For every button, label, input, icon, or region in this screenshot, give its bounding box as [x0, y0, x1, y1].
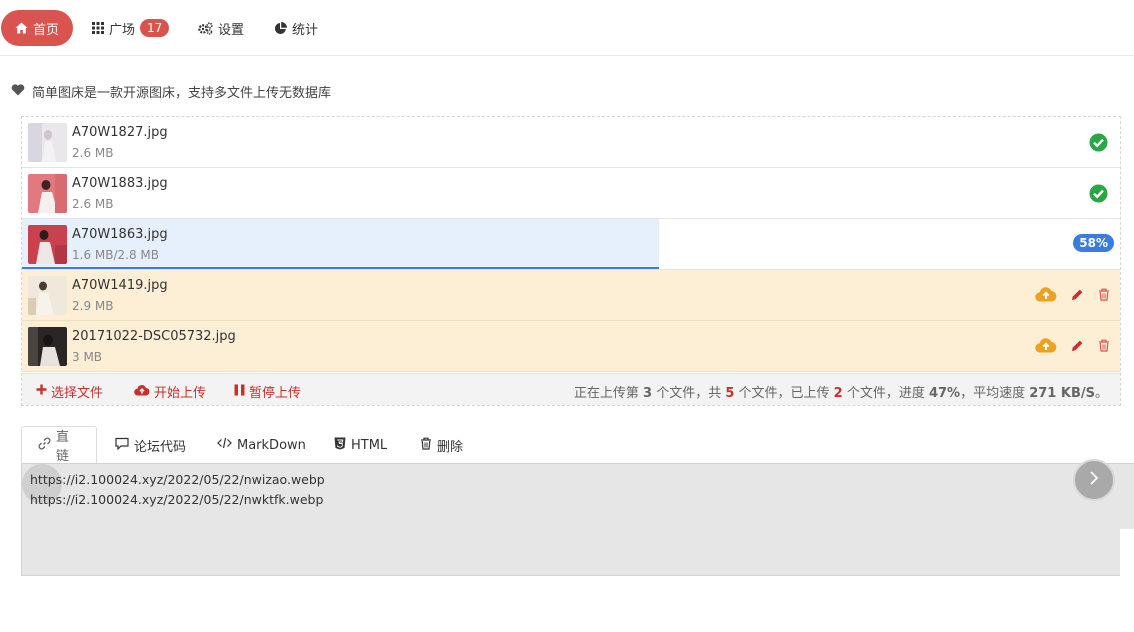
file-size: 3 MB: [72, 350, 103, 364]
scroll-gutter: [1120, 529, 1134, 577]
file-name: A70W1419.jpg: [72, 278, 168, 293]
file-name: 20171022-DSC05732.jpg: [72, 329, 236, 344]
upload-toolbar: 选择文件 开始上传 暂停上传 正在上传第 3 个文件，共 5 个文件，已上传 2…: [22, 373, 1120, 405]
status-progress: 47%: [928, 386, 961, 401]
nav-stats[interactable]: 统计: [274, 10, 318, 46]
status-text: 正在上传第: [573, 386, 644, 401]
trash-icon[interactable]: [1098, 339, 1110, 356]
start-upload-button[interactable]: 开始上传: [134, 382, 206, 401]
link-icon: [38, 437, 51, 454]
chevron-right-icon: [1088, 470, 1100, 490]
file-row: A70W1419.jpg 2.9 MB: [22, 270, 1120, 321]
tab-html[interactable]: HTML: [318, 426, 403, 464]
links-textarea[interactable]: https://i2.100024.xyz/2022/05/22/nwizao.…: [21, 463, 1134, 577]
file-actions: [1035, 286, 1110, 306]
file-thumbnail: [28, 225, 67, 264]
upload-queue: A70W1827.jpg 2.6 MB A70W1883.jpg 2.6 MB: [21, 116, 1121, 406]
tab-direct-link[interactable]: 直链: [21, 426, 97, 464]
tab-forum-code[interactable]: 论坛代码: [99, 426, 202, 464]
pause-icon: [234, 384, 245, 400]
file-actions: [1035, 337, 1110, 357]
tab-label: HTML: [351, 437, 388, 453]
pie-chart-icon: [274, 21, 287, 35]
trash-icon: [420, 437, 432, 454]
file-thumbnail: [28, 123, 67, 162]
plus-icon: [36, 384, 47, 399]
status-text: 个文件，共: [652, 386, 726, 401]
start-upload-label: 开始上传: [154, 386, 207, 401]
nav-home-label: 首页: [33, 22, 60, 38]
top-navigation: 首页 广场 17 设置 统计: [0, 0, 1134, 56]
tab-markdown[interactable]: MarkDown: [201, 426, 322, 464]
tab-delete[interactable]: 删除: [404, 426, 479, 464]
file-thumbnail: [28, 327, 67, 366]
status-text: 。: [1094, 386, 1108, 401]
grid-icon: [92, 22, 104, 34]
file-name: A70W1883.jpg: [72, 176, 168, 191]
tab-label: 删除: [437, 439, 464, 455]
nav-square[interactable]: 广场 17: [92, 10, 170, 46]
status-text: 个文件，进度: [842, 386, 929, 401]
next-button[interactable]: [1073, 459, 1115, 501]
intro-text: 简单图床是一款开源图床，支持多文件上传无数据库: [11, 82, 331, 101]
file-row: A70W1863.jpg 1.6 MB/2.8 MB 58%: [22, 219, 1120, 270]
cloud-upload-icon[interactable]: [1035, 286, 1057, 306]
status-current: 3: [643, 386, 653, 401]
link-format-tabs: 直链 论坛代码 MarkDown HTML 删除: [21, 426, 1134, 464]
file-row: 20171022-DSC05732.jpg 3 MB: [22, 321, 1120, 372]
pencil-icon[interactable]: [1071, 339, 1084, 356]
file-size: 2.9 MB: [72, 299, 114, 313]
select-files-label: 选择文件: [51, 386, 104, 401]
intro-label: 简单图床是一款开源图床，支持多文件上传无数据库: [32, 86, 332, 101]
status-text: 个文件，已上传: [734, 386, 834, 401]
status-text: ，平均速度: [960, 386, 1030, 401]
tab-label: 论坛代码: [134, 439, 187, 455]
nav-square-label: 广场: [109, 22, 136, 38]
trash-icon[interactable]: [1098, 288, 1110, 305]
file-name: A70W1863.jpg: [72, 227, 168, 242]
progress-percent-badge: 58%: [1073, 234, 1114, 252]
cloud-upload-icon[interactable]: [1035, 337, 1057, 357]
comment-icon: [115, 437, 129, 454]
nav-stats-label: 统计: [292, 22, 319, 38]
upload-status-text: 正在上传第 3 个文件，共 5 个文件，已上传 2 个文件，进度 47%，平均速…: [574, 382, 1108, 401]
file-row: A70W1827.jpg 2.6 MB: [22, 117, 1120, 168]
file-name: A70W1827.jpg: [72, 125, 168, 140]
file-size: 2.6 MB: [72, 197, 114, 211]
link-line: https://i2.100024.xyz/2022/05/22/nwktfk.…: [30, 492, 324, 507]
gears-icon: [198, 21, 213, 35]
nav-settings-label: 设置: [218, 22, 245, 38]
file-size: 2.6 MB: [72, 146, 114, 160]
file-thumbnail: [28, 276, 67, 315]
code-icon: [217, 437, 232, 453]
pencil-icon[interactable]: [1071, 288, 1084, 305]
tab-label: 直链: [56, 430, 70, 464]
check-circle-icon: [1089, 133, 1108, 156]
home-icon: [15, 22, 28, 34]
select-files-button[interactable]: 选择文件: [36, 382, 103, 401]
status-speed: 271 KB/S: [1029, 386, 1095, 401]
heart-icon: [11, 83, 25, 100]
cloud-upload-icon: [134, 384, 150, 400]
pause-upload-button[interactable]: 暂停上传: [234, 382, 301, 401]
status-uploaded: 2: [833, 386, 843, 401]
file-row: A70W1883.jpg 2.6 MB: [22, 168, 1120, 219]
nav-home[interactable]: 首页: [1, 10, 74, 46]
file-thumbnail: [28, 174, 67, 213]
nav-settings[interactable]: 设置: [198, 10, 244, 46]
file-size: 1.6 MB/2.8 MB: [72, 248, 160, 262]
square-count-badge: 17: [140, 19, 170, 37]
pause-upload-label: 暂停上传: [249, 386, 302, 401]
html5-icon: [334, 437, 346, 454]
tab-label: MarkDown: [237, 437, 306, 453]
link-line: https://i2.100024.xyz/2022/05/22/nwizao.…: [30, 472, 325, 487]
check-circle-icon: [1089, 184, 1108, 207]
